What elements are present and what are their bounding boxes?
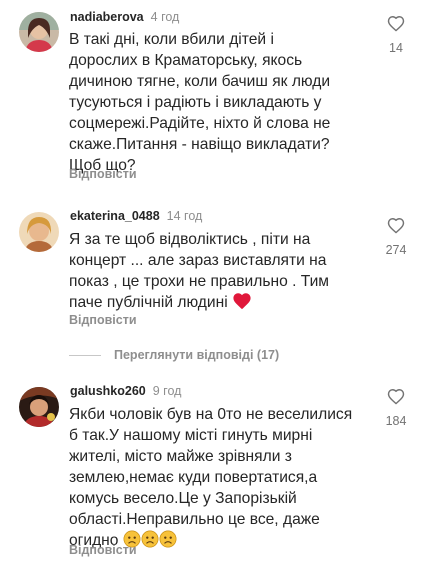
view-replies-label: Переглянути відповіді (17) — [114, 348, 280, 362]
comment-meta: ekaterina_0488 14 год — [70, 208, 202, 224]
comment-line: б так.У нашому місті гинуть мирні — [69, 427, 313, 444]
comment-line: Якби чоловік був на 0то не веселилися — [69, 406, 353, 423]
comment: nadiaberova 4 год В такі дні, коли вбили … — [0, 0, 428, 190]
like-count: 14 — [389, 41, 403, 55]
like-group: 184 — [383, 388, 409, 428]
like-group: 14 — [383, 15, 409, 55]
comment: ekaterina_0488 14 год Я за те щоб відволі… — [0, 200, 428, 340]
reply-button[interactable]: Відповісти — [69, 543, 137, 557]
avatar[interactable] — [19, 212, 59, 252]
heart-outline-icon[interactable] — [387, 15, 405, 32]
comment-line: соцмережі.Радійте, ніхто й слова не — [69, 115, 331, 132]
avatar[interactable] — [19, 12, 59, 52]
sad-face-emoji-icon — [159, 530, 177, 548]
comment-line: Я за те щоб відволіктись , піти на — [69, 231, 311, 248]
comment-meta: nadiaberova 4 год — [70, 9, 179, 25]
like-group: 274 — [383, 217, 409, 257]
comment-line: жителі, місто майже зрівняли з — [69, 448, 292, 465]
comment-meta: galushko260 9 год — [70, 383, 181, 399]
comment-text: В такі дні, коли вбили дітей і дорослих … — [69, 29, 369, 176]
timestamp: 9 год — [152, 384, 182, 398]
comment-line: землею,немає куди повертатися,а — [69, 469, 318, 486]
comment-line: дичиною тягне, коли бачиш як люди — [69, 73, 331, 90]
like-count: 184 — [385, 414, 407, 428]
comment-line: В такі дні, коли вбили дітей і — [69, 31, 274, 48]
sad-face-emoji-icon — [141, 530, 159, 548]
timestamp: 14 год — [166, 209, 203, 223]
comment-line: показ , це трохи не правильно . Тим — [69, 273, 330, 290]
avatar[interactable] — [19, 387, 59, 427]
avatar-photo-icon — [19, 387, 59, 427]
timestamp: 4 год — [150, 10, 180, 24]
username[interactable]: nadiaberova — [70, 10, 144, 24]
username[interactable]: ekaterina_0488 — [70, 209, 160, 223]
comment-text: Я за те щоб відволіктись , піти на конце… — [69, 229, 369, 313]
comment-line: паче публічній людині — [69, 292, 369, 313]
heart-outline-icon[interactable] — [387, 217, 405, 234]
comment-line: тусуються і радіють і викладають у — [69, 94, 322, 111]
comment-text: Якби чоловік був на 0то не веселилися б … — [69, 404, 369, 551]
reply-button[interactable]: Відповісти — [69, 313, 137, 327]
view-replies-button[interactable]: Переглянути відповіді (17) — [69, 346, 279, 364]
like-count: 274 — [385, 243, 407, 257]
comment-line: області.Неправильно це все, даже — [69, 511, 320, 528]
reply-button[interactable]: Відповісти — [69, 167, 137, 181]
heart-outline-icon[interactable] — [387, 388, 405, 405]
avatar-photo-icon — [19, 12, 59, 52]
comment-line-text: паче публічній людині — [69, 294, 228, 311]
comment-line: концерт ... але зараз виставляти на — [69, 252, 327, 269]
red-heart-emoji-icon — [233, 293, 251, 310]
avatar-photo-icon — [19, 212, 59, 252]
username[interactable]: galushko260 — [70, 384, 146, 398]
divider — [69, 354, 101, 356]
comment-line: комусь весело.Це у Запорізькій — [69, 490, 297, 507]
comment-line: скаже.Питання - навіщо викладати? — [69, 136, 330, 153]
comment: galushko260 9 год Якби чоловік був на 0то… — [0, 375, 428, 570]
comment-line: дорослих в Краматорську, якось — [69, 52, 303, 69]
